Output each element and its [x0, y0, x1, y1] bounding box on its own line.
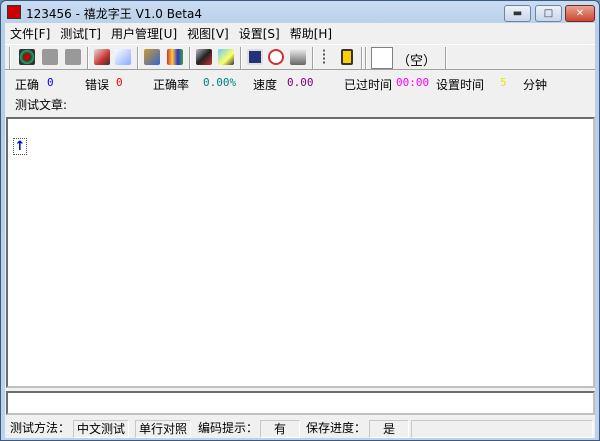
stop-traffic-light-icon[interactable]	[65, 49, 81, 65]
rate-label: 正确率	[153, 78, 190, 92]
pause-traffic-light-icon[interactable]	[42, 49, 58, 65]
maximize-button[interactable]: □	[535, 5, 562, 22]
close-button[interactable]: ✕	[565, 5, 595, 22]
client-area: 文件[F] 测试[T] 用户管理[U] 视图[V] 设置[S] 帮助[H] （空…	[5, 23, 595, 438]
correct-label: 正确	[15, 78, 40, 92]
save-value: 是	[369, 420, 409, 438]
correct-value: 0	[47, 76, 54, 89]
menu-help[interactable]: 帮助[H]	[285, 25, 337, 43]
speed-label: 速度	[253, 78, 278, 92]
user-edit-icon[interactable]	[144, 49, 160, 65]
method-label: 测试方法：	[10, 421, 71, 435]
toolbar-separator	[189, 47, 191, 69]
help-icon[interactable]	[323, 49, 331, 65]
clock-icon[interactable]	[268, 49, 284, 65]
toolbar-separator	[240, 47, 242, 69]
method-value: 中文测试	[73, 420, 130, 438]
open-book-icon[interactable]	[115, 49, 131, 65]
minimize-button[interactable]: ▬	[504, 5, 531, 22]
set-time-label: 设置时间	[436, 78, 485, 92]
elapsed-label: 已过时间	[344, 78, 393, 92]
start-traffic-light-icon[interactable]	[19, 49, 35, 65]
minutes-label: 分钟	[523, 78, 548, 92]
highlight-icon[interactable]	[218, 49, 234, 65]
article-label: 测试文章:	[15, 98, 68, 112]
mode-value: 单行对照	[135, 420, 192, 438]
typing-input[interactable]	[6, 391, 595, 415]
wrong-label: 错误	[85, 78, 110, 92]
view-icon[interactable]	[196, 49, 212, 65]
status-bar: 测试方法： 中文测试 单行对照 编码提示： 有 保存进度： 是	[5, 419, 595, 438]
cursor-arrow-icon: ↑	[13, 138, 27, 155]
printer-icon[interactable]	[290, 49, 306, 65]
toolbar: （空）	[5, 44, 595, 70]
elapsed-value: 00:00	[396, 76, 430, 89]
toolbar-grip	[9, 47, 11, 69]
toolbar-separator	[137, 47, 139, 69]
settings-window-icon[interactable]	[247, 49, 263, 65]
menu-test[interactable]: 测试[T]	[55, 25, 106, 43]
app-icon	[7, 5, 21, 19]
exit-door-icon[interactable]	[341, 49, 353, 65]
wrong-value: 0	[116, 76, 123, 89]
menu-file[interactable]: 文件[F]	[5, 25, 55, 43]
color-swatch[interactable]	[371, 47, 393, 69]
stats-bar: 正确 0 错误 0 正确率 0.00% 速度 0.00 已过时间 00:00 设…	[5, 76, 595, 92]
rate-value: 0.00%	[203, 76, 237, 89]
menu-user-management[interactable]: 用户管理[U]	[106, 25, 182, 43]
article-text-area[interactable]: ↑	[6, 117, 595, 388]
window-title: 123456 - 禧龙字王 V1.0 Beta4	[26, 7, 202, 21]
toolbar-separator	[87, 47, 89, 69]
load-article-icon[interactable]	[94, 49, 110, 65]
set-time-value: 5	[500, 76, 507, 89]
title-bar: 123456 - 禧龙字王 V1.0 Beta4 ▬ □ ✕	[1, 1, 599, 23]
menu-settings[interactable]: 设置[S]	[234, 25, 285, 43]
toolbar-separator	[312, 47, 314, 69]
app-window: 123456 - 禧龙字王 V1.0 Beta4 ▬ □ ✕ 文件[F] 测试[…	[0, 0, 600, 441]
menu-bar: 文件[F] 测试[T] 用户管理[U] 视图[V] 设置[S] 帮助[H]	[5, 25, 337, 43]
menu-view[interactable]: 视图[V]	[182, 25, 234, 43]
status-panel-empty	[411, 420, 593, 438]
toolbar-grip	[365, 47, 367, 69]
speed-value: 0.00	[287, 76, 314, 89]
save-label: 保存进度：	[306, 421, 367, 435]
toolbar-separator	[445, 47, 447, 69]
hint-value: 有	[260, 420, 300, 438]
toolbar-separator	[361, 47, 363, 69]
empty-label: （空）	[397, 54, 437, 69]
hint-label: 编码提示：	[198, 421, 259, 435]
library-icon[interactable]	[167, 49, 183, 65]
